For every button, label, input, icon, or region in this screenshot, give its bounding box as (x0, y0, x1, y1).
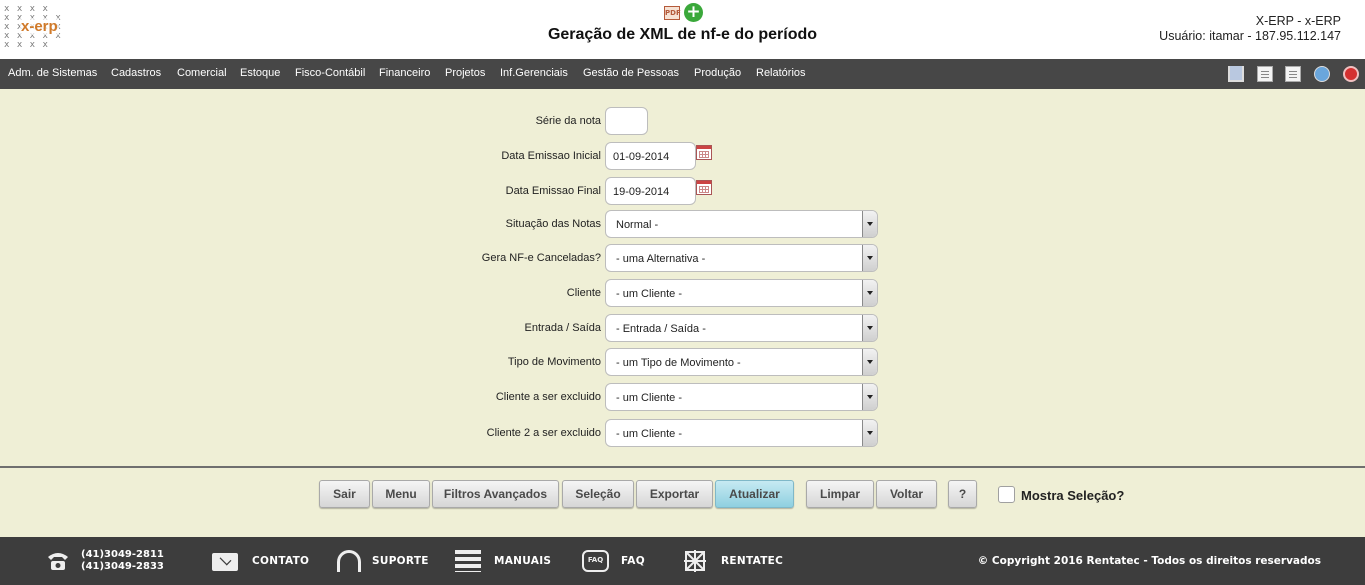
serie-input[interactable] (605, 107, 648, 135)
situacao-value: Normal - (616, 219, 659, 231)
cliente-select[interactable]: - um Cliente - (605, 279, 878, 307)
manuais-link[interactable]: MANUAIS (494, 555, 551, 567)
menu-financeiro[interactable]: Financeiro (379, 67, 430, 79)
serie-label: Série da nota (535, 115, 601, 127)
main-menu: Adm. de Sistemas Cadastros Comercial Est… (0, 59, 1365, 89)
menu-adm-sistemas[interactable]: Adm. de Sistemas (8, 67, 97, 79)
mail-icon (212, 553, 238, 571)
situacao-label: Situação das Notas (505, 218, 601, 230)
calendar-icon[interactable] (696, 180, 712, 195)
filtros-avancados-button[interactable]: Filtros Avançados (432, 480, 559, 508)
situacao-select[interactable]: Normal - (605, 210, 878, 238)
chevron-down-icon[interactable] (862, 245, 877, 271)
faq-icon: FAQ (582, 550, 609, 572)
canceladas-value: - uma Alternativa - (616, 253, 706, 265)
row-entrada-saida: Entrada / Saída - Entrada / Saída - (0, 314, 1365, 344)
row-cliente2-excluido: Cliente 2 a ser excluido - um Cliente - (0, 419, 1365, 449)
user-info: X-ERP - x-ERP Usuário: itamar - 187.95.1… (1159, 14, 1341, 44)
power-icon[interactable] (1343, 66, 1359, 82)
help-button[interactable]: ? (948, 480, 977, 508)
row-cliente-excluido: Cliente a ser excluido - um Cliente - (0, 383, 1365, 413)
pdf-icon[interactable]: PDF (664, 6, 681, 20)
row-data-inicial: Data Emissao Inicial 01-09-2014 (0, 142, 1365, 172)
entrada-saida-select[interactable]: - Entrada / Saída - (605, 314, 878, 342)
data-inicial-label: Data Emissao Inicial (501, 150, 601, 162)
menu-cadastros[interactable]: Cadastros (111, 67, 161, 79)
cliente2-excluido-select[interactable]: - um Cliente - (605, 419, 878, 447)
sair-button[interactable]: Sair (319, 480, 370, 508)
cliente-value: - um Cliente - (616, 288, 683, 300)
chevron-down-icon[interactable] (862, 420, 877, 446)
menu-inf-gerenciais[interactable]: Inf.Gerenciais (500, 67, 568, 79)
menu-producao[interactable]: Produção (694, 67, 741, 79)
system-name: X-ERP - x-ERP (1255, 14, 1341, 28)
row-canceladas: Gera NF-e Canceladas? - uma Alternativa … (0, 244, 1365, 274)
cliente2-excluido-value: - um Cliente - (616, 428, 683, 440)
header: x x x xx x x x xx x x x xx x x x xx x x … (0, 0, 1365, 59)
canceladas-select[interactable]: - uma Alternativa - (605, 244, 878, 272)
limpar-button[interactable]: Limpar (806, 480, 874, 508)
row-serie: Série da nota (0, 107, 1365, 137)
list-icon[interactable] (1285, 66, 1301, 82)
rentatec-icon (684, 550, 706, 572)
menu-projetos[interactable]: Projetos (445, 67, 485, 79)
voltar-button[interactable]: Voltar (876, 480, 937, 508)
chevron-down-icon[interactable] (862, 384, 877, 410)
row-situacao: Situação das Notas Normal - (0, 210, 1365, 240)
exportar-button[interactable]: Exportar (636, 480, 713, 508)
phone-1: (41)3049-2811 (81, 549, 164, 560)
cliente-excluido-label: Cliente a ser excluido (495, 391, 601, 403)
atualizar-button[interactable]: Atualizar (715, 480, 794, 508)
home-icon[interactable] (1228, 66, 1244, 82)
faq-link[interactable]: FAQ (621, 555, 645, 567)
rentatec-link[interactable]: RENTATEC (721, 555, 783, 567)
top-actions: PDF + (664, 3, 704, 23)
tipo-movimento-value: - um Tipo de Movimento - (616, 357, 741, 369)
globe-icon[interactable] (1314, 66, 1330, 82)
cliente-excluido-select[interactable]: - um Cliente - (605, 383, 878, 411)
books-icon (455, 550, 481, 572)
tipo-movimento-select[interactable]: - um Tipo de Movimento - (605, 348, 878, 376)
data-final-input[interactable]: 19-09-2014 (605, 177, 696, 205)
mostra-selecao-label: Mostra Seleção? (1021, 488, 1125, 503)
mostra-selecao-checkbox[interactable] (998, 486, 1015, 503)
chevron-down-icon[interactable] (862, 349, 877, 375)
phone-icon (48, 553, 68, 570)
canceladas-label: Gera NF-e Canceladas? (481, 252, 601, 264)
chevron-down-icon[interactable] (862, 315, 877, 341)
document-icon[interactable] (1257, 66, 1273, 82)
row-tipo-movimento: Tipo de Movimento - um Tipo de Movimento… (0, 348, 1365, 378)
cliente-label: Cliente (566, 287, 601, 299)
suporte-link[interactable]: SUPORTE (372, 555, 429, 567)
copyright: © Copyright 2016 Rentatec - Todos os dir… (977, 555, 1321, 567)
selecao-button[interactable]: Seleção (562, 480, 634, 508)
data-inicial-input[interactable]: 01-09-2014 (605, 142, 696, 170)
phone-numbers[interactable]: (41)3049-2811 (41)3049-2833 (81, 549, 164, 573)
phone-2: (41)3049-2833 (81, 561, 164, 572)
cliente-excluido-value: - um Cliente - (616, 392, 683, 404)
user-name: Usuário: itamar - 187.95.112.147 (1159, 29, 1341, 43)
calendar-icon[interactable] (696, 145, 712, 160)
headset-icon (337, 550, 361, 572)
menu-gestao-pessoas[interactable]: Gestão de Pessoas (583, 67, 679, 79)
menu-comercial[interactable]: Comercial (177, 67, 227, 79)
cliente2-excluido-label: Cliente 2 a ser excluido (486, 427, 601, 439)
row-data-final: Data Emissao Final 19-09-2014 (0, 177, 1365, 207)
add-icon[interactable]: + (684, 3, 703, 22)
entrada-saida-value: - Entrada / Saída - (616, 323, 706, 335)
chevron-down-icon[interactable] (862, 211, 877, 237)
menu-relatorios[interactable]: Relatórios (756, 67, 806, 79)
contato-link[interactable]: CONTATO (252, 555, 309, 567)
menu-button[interactable]: Menu (372, 480, 430, 508)
menu-estoque[interactable]: Estoque (240, 67, 280, 79)
entrada-saida-label: Entrada / Saída (524, 322, 601, 334)
menu-fisco-contabil[interactable]: Fisco-Contábil (295, 67, 365, 79)
divider (0, 466, 1365, 468)
data-final-label: Data Emissao Final (505, 185, 601, 197)
tipo-movimento-label: Tipo de Movimento (507, 356, 601, 368)
row-cliente: Cliente - um Cliente - (0, 279, 1365, 309)
chevron-down-icon[interactable] (862, 280, 877, 306)
footer: (41)3049-2811 (41)3049-2833 CONTATO SUPO… (0, 537, 1365, 585)
